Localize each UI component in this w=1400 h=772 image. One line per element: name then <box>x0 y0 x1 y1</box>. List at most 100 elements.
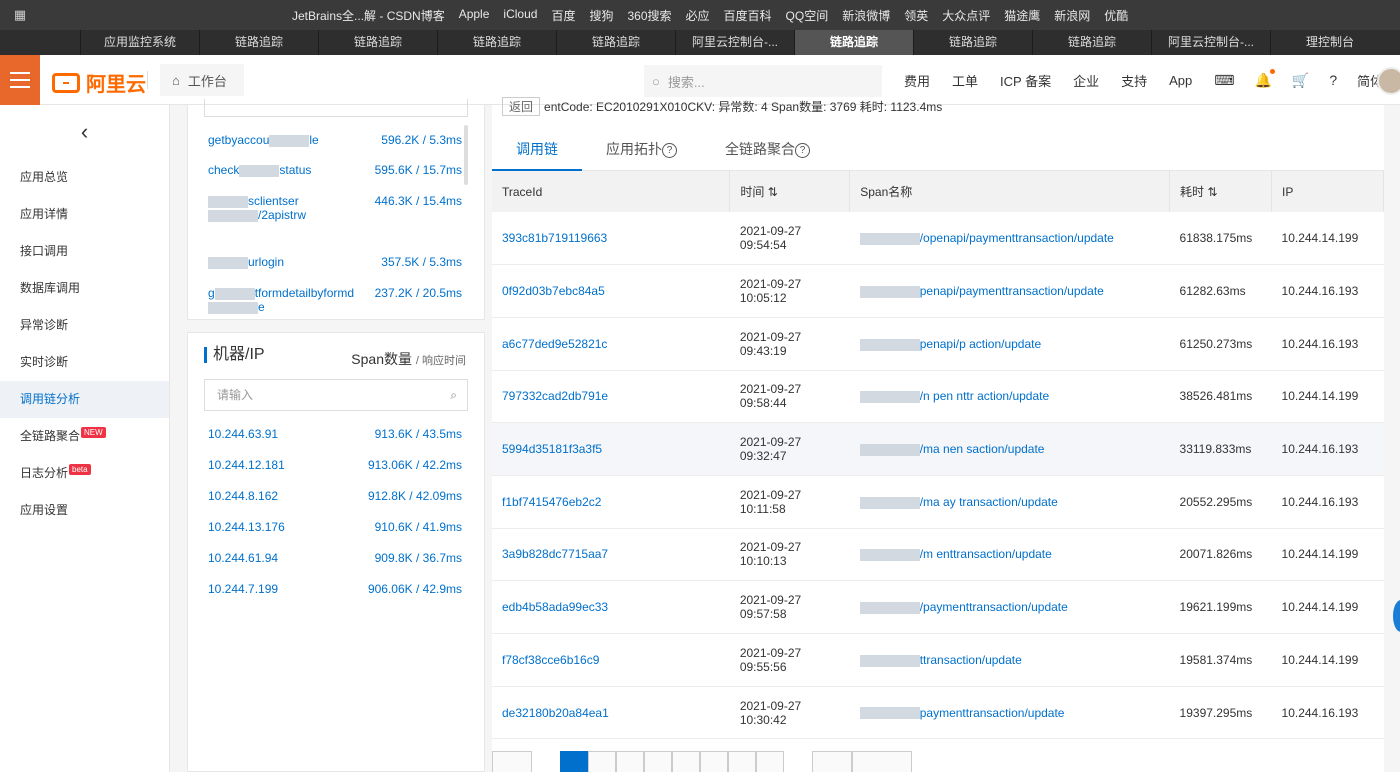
browser-tab[interactable]: 应用监控系统 <box>80 30 199 55</box>
page-size-option[interactable] <box>852 751 912 772</box>
main-tab[interactable]: 应用拓扑? <box>582 135 701 171</box>
bookmark-item[interactable]: iCloud <box>503 7 537 24</box>
page-number[interactable] <box>588 751 616 772</box>
machine-ip[interactable]: 10.244.8.162 <box>208 489 278 503</box>
sidebar-item[interactable]: 实时诊断 <box>0 344 169 381</box>
bookmark-item[interactable]: 必应 <box>686 7 710 24</box>
bell-icon[interactable]: 🔔 <box>1254 68 1275 89</box>
span-name-cell[interactable]: paymenttransaction/update <box>849 686 1170 740</box>
help-icon[interactable]: ? <box>795 142 810 158</box>
machine-row[interactable]: 10.244.7.199 906.06K / 42.9ms <box>208 582 462 596</box>
page-next[interactable] <box>756 751 784 772</box>
bookmark-item[interactable]: 360搜索 <box>627 7 671 24</box>
page-number-current[interactable] <box>560 751 588 772</box>
browser-tab[interactable]: 理控制台 <box>1270 30 1389 55</box>
bookmark-item[interactable]: JetBrains全...解 - CSDN博客 <box>292 7 445 24</box>
trace-id-cell[interactable]: 393c81b719119663 <box>492 212 730 266</box>
trace-id-cell[interactable]: f78cf38cce6b16c9 <box>492 633 730 687</box>
back-chevron-icon[interactable]: ‹ <box>0 105 169 159</box>
interface-name[interactable]: getbyaccou le <box>208 133 319 147</box>
aliyun-logo[interactable]: 阿里云 <box>52 68 146 97</box>
help-icon[interactable]: ? <box>1329 72 1337 88</box>
interface-name[interactable]: sclientser/2apistrw <box>208 194 306 222</box>
menu-icon[interactable] <box>0 55 40 105</box>
span-name-cell[interactable]: /ma ay transaction/update <box>849 475 1170 529</box>
machine-row[interactable]: 10.244.8.162 912.8K / 42.09ms <box>208 489 462 503</box>
trace-id-cell[interactable]: f1bf7415476eb2c2 <box>492 475 730 529</box>
header-nav-item[interactable]: 费用 <box>904 71 930 90</box>
machine-ip[interactable]: 10.244.7.199 <box>208 582 278 596</box>
span-name-cell[interactable]: /n pen nttr action/update <box>849 370 1170 424</box>
browser-tab[interactable]: 链路追踪 <box>437 30 556 55</box>
bookmark-item[interactable]: 新浪网 <box>1054 7 1090 24</box>
sidebar-item[interactable]: 应用详情 <box>0 196 169 233</box>
machine-row[interactable]: 10.244.61.94 909.8K / 36.7ms <box>208 551 462 565</box>
trace-id-cell[interactable]: a6c77ded9e52821c <box>492 317 730 371</box>
sidebar-item[interactable]: 调用链分析 <box>0 381 169 418</box>
trace-id-cell[interactable]: 0f92d03b7ebc84a5 <box>492 264 730 318</box>
page-number[interactable] <box>728 751 756 772</box>
span-name-cell[interactable]: /openapi/paymenttransaction/update <box>849 212 1170 266</box>
sort-icon[interactable]: ⇅ <box>1204 185 1217 199</box>
browser-tab[interactable]: 阿里云控制台-... <box>675 30 794 55</box>
span-name-cell[interactable]: ttransaction/update <box>849 633 1170 687</box>
interface-row[interactable]: check status 595.6K / 15.7ms <box>208 163 462 177</box>
trace-id-cell[interactable]: 797332cad2db791e <box>492 370 730 424</box>
avatar[interactable] <box>1377 67 1400 95</box>
span-name-cell[interactable]: penapi/p action/update <box>849 317 1170 371</box>
header-nav-item[interactable]: 工单 <box>952 71 978 90</box>
interface-row[interactable]: getbyaccou le 596.2K / 5.3ms <box>208 133 462 147</box>
machine-ip[interactable]: 10.244.61.94 <box>208 551 278 565</box>
bookmark-item[interactable]: 领英 <box>904 7 928 24</box>
browser-tab[interactable]: 链路追踪 <box>913 30 1032 55</box>
browser-tab[interactable]: 链路追踪 <box>199 30 318 55</box>
bookmark-item[interactable]: 新浪微博 <box>842 7 890 24</box>
sidebar-item[interactable]: 异常诊断 <box>0 307 169 344</box>
sidebar-item[interactable]: 应用总览 <box>0 159 169 196</box>
browser-tab[interactable] <box>0 30 80 55</box>
bookmark-item[interactable]: 百度百科 <box>724 7 772 24</box>
sidebar-item[interactable]: 应用设置 <box>0 492 169 529</box>
span-name-cell[interactable]: /ma nen saction/update <box>849 422 1170 476</box>
machine-row[interactable]: 10.244.13.176 910.6K / 41.9ms <box>208 520 462 534</box>
sort-icon[interactable]: ⇅ <box>764 185 778 199</box>
browser-tab[interactable]: 链路追踪 <box>794 30 913 55</box>
table-header-cell[interactable]: 时间 ⇅ <box>729 171 851 212</box>
interface-name[interactable]: urlogin <box>208 255 284 269</box>
apps-grid-icon[interactable]: ▦ <box>0 7 40 23</box>
bookmark-item[interactable]: Apple <box>459 7 490 24</box>
browser-tab[interactable]: 链路追踪 <box>1032 30 1151 55</box>
interface-row[interactable]: sclientser/2apistrw 446.3K / 15.4ms <box>208 194 462 222</box>
interface-row[interactable]: g tformdetailbyformd e 237.2K / 20.5ms <box>208 286 462 314</box>
header-nav-item[interactable]: 企业 <box>1073 71 1099 90</box>
header-nav-item[interactable]: App <box>1169 73 1192 88</box>
page-number[interactable] <box>616 751 644 772</box>
bookmark-item[interactable]: QQ空间 <box>786 7 829 24</box>
sidebar-item[interactable]: 数据库调用 <box>0 270 169 307</box>
machine-ip[interactable]: 10.244.13.176 <box>208 520 285 534</box>
span-name-cell[interactable]: /paymenttransaction/update <box>849 580 1170 634</box>
browser-tab[interactable]: 阿里云控制台-... <box>1151 30 1270 55</box>
interface-filter-input[interactable] <box>204 99 468 117</box>
sidebar-item[interactable]: 全链路聚合 NEW <box>0 418 169 455</box>
page-prev[interactable] <box>492 751 532 772</box>
trace-id-cell[interactable]: edb4b58ada99ec33 <box>492 580 730 634</box>
page-size-select[interactable] <box>812 751 852 772</box>
bookmark-item[interactable]: 猫途鹰 <box>1004 7 1040 24</box>
sidebar-item[interactable]: 接口调用 <box>0 233 169 270</box>
scrollbar[interactable] <box>464 125 468 185</box>
terminal-icon[interactable]: ⌨ <box>1214 72 1234 89</box>
trace-id-cell[interactable]: 3a9b828dc7715aa7 <box>492 528 730 582</box>
page-number[interactable] <box>644 751 672 772</box>
span-name-cell[interactable]: penapi/paymenttransaction/update <box>849 264 1170 318</box>
interface-name[interactable]: check status <box>208 163 311 177</box>
search-box[interactable]: ○ 搜索... <box>644 65 882 97</box>
page-number[interactable] <box>700 751 728 772</box>
interface-name[interactable]: g tformdetailbyformd e <box>208 286 354 314</box>
help-icon[interactable]: ? <box>662 142 677 158</box>
interface-row[interactable]: urlogin 357.5K / 5.3ms <box>208 255 462 269</box>
machine-row[interactable]: 10.244.12.181 913.06K / 42.2ms <box>208 458 462 472</box>
back-button[interactable]: 返回 <box>502 97 541 116</box>
bookmark-item[interactable]: 百度 <box>551 7 575 24</box>
main-tab[interactable]: 调用链 <box>492 135 582 171</box>
